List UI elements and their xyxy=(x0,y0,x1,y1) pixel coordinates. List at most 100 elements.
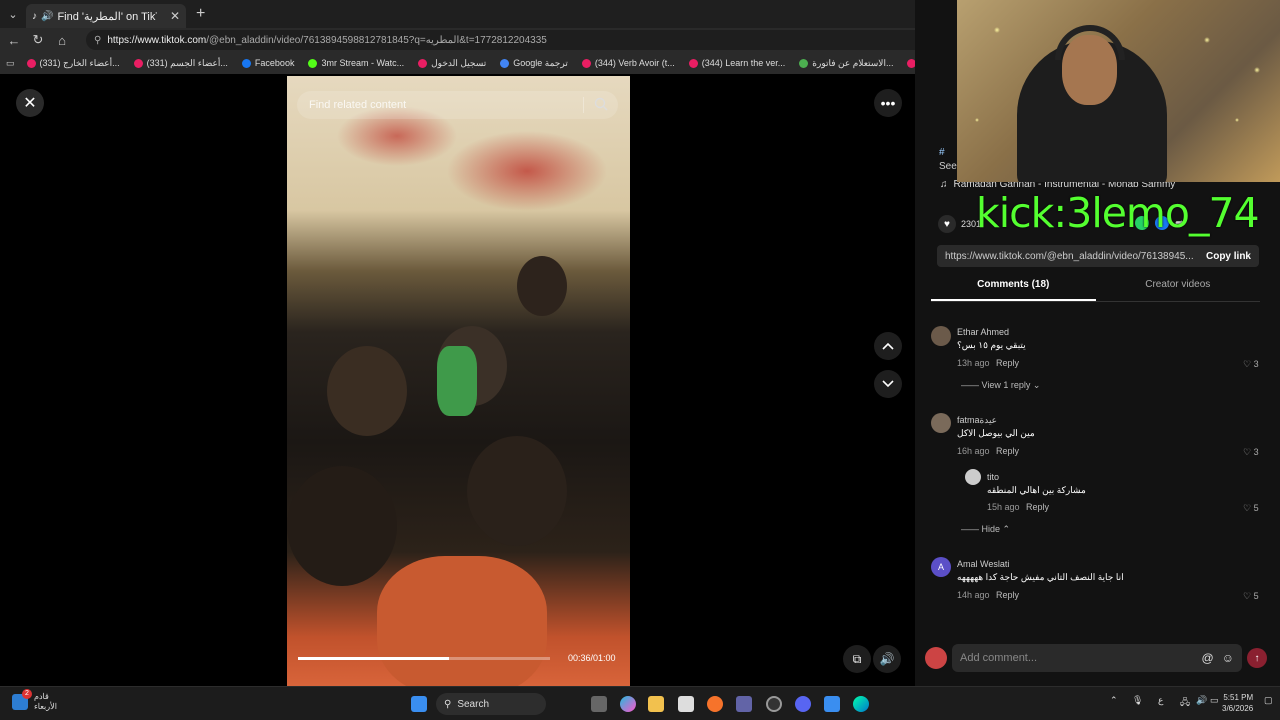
sidebar-toggle-icon[interactable]: ▭ xyxy=(6,58,15,69)
comment-like[interactable]: ♡ 3 xyxy=(1243,447,1259,458)
avatar[interactable]: A xyxy=(931,557,951,577)
volume-icon[interactable]: 🔊 xyxy=(873,645,901,673)
tab-list-button[interactable]: ⌄ xyxy=(0,0,26,28)
previous-video-icon[interactable] xyxy=(874,332,902,360)
comment-like[interactable]: ♡ 3 xyxy=(1243,359,1259,370)
site-info-icon[interactable]: ⚲ xyxy=(94,35,101,46)
url-field[interactable]: ⚲ https://www.tiktok.com/@ebn_aladdin/vi… xyxy=(86,30,949,50)
clock[interactable]: 5:51 PM 3/6/2026 xyxy=(1222,692,1253,714)
post-comment-button[interactable]: ↑ xyxy=(1247,648,1267,668)
comment-time: 13h ago xyxy=(957,358,990,368)
language-icon[interactable]: ع xyxy=(1158,695,1163,706)
hide-replies-button[interactable]: —— Hide ⌃ xyxy=(961,524,1010,535)
comment-input[interactable]: Add comment... @ ☺ xyxy=(952,644,1242,672)
tab-comments[interactable]: Comments (18) xyxy=(931,279,1096,301)
bookmark-item[interactable]: تسجيل الدخول xyxy=(418,58,486,69)
bookmark-item[interactable]: Google ترجمة xyxy=(500,58,568,69)
avatar[interactable] xyxy=(931,326,951,346)
bookmark-icon xyxy=(799,58,809,68)
firefox-icon[interactable] xyxy=(707,696,723,712)
calculator-icon[interactable] xyxy=(678,696,694,712)
task-view-icon[interactable] xyxy=(591,696,607,712)
video-time: 00:36/01:00 xyxy=(568,653,616,663)
microphone-icon[interactable]: 🎙 xyxy=(1132,695,1143,706)
comment-author[interactable]: tito xyxy=(987,472,999,482)
reply-button[interactable]: Reply xyxy=(996,446,1019,456)
tab-creator-videos[interactable]: Creator videos xyxy=(1096,279,1261,301)
video-player[interactable] xyxy=(287,76,630,686)
network-icon[interactable]: 🖧 xyxy=(1180,695,1190,711)
speaker-icon[interactable]: 🔊 xyxy=(41,11,53,22)
bookmark-item[interactable]: الاستعلام عن فاتورة... xyxy=(799,58,893,69)
obs-icon[interactable] xyxy=(766,696,782,712)
webcam-overlay xyxy=(957,0,1280,182)
taskbar: 2 قادم الأربعاء ⚲ Search ⌃ 🎙 ع 🖧 🔊 ▭ 5:5… xyxy=(0,686,1280,720)
notifications-icon[interactable]: ▢ xyxy=(1264,695,1273,706)
picture-in-picture-icon[interactable]: ⧉ xyxy=(843,645,871,673)
reply-button[interactable]: Reply xyxy=(996,358,1019,368)
edge-icon[interactable] xyxy=(853,696,869,712)
tab-title: Find 'المطرية' on TikTok | TikT xyxy=(57,10,157,23)
close-icon[interactable]: ✕ xyxy=(16,89,44,117)
comment-author[interactable]: fatmaعيدة xyxy=(957,415,997,426)
reply-button[interactable]: Reply xyxy=(996,590,1019,600)
like-button[interactable]: ♥ xyxy=(938,215,956,233)
bookmark-item[interactable]: Facebook xyxy=(241,58,294,69)
view-replies-button[interactable]: —— View 1 reply ⌄ xyxy=(961,380,1040,391)
reload-icon[interactable]: ↻ xyxy=(30,32,46,48)
bookmark-item[interactable]: 3mr Stream - Watc... xyxy=(308,58,404,69)
comment-author[interactable]: Amal Weslati xyxy=(957,559,1009,569)
avatar[interactable] xyxy=(965,469,981,485)
bookmark-label: Google ترجمة xyxy=(513,57,568,68)
hashtag-link[interactable]: # xyxy=(939,147,945,158)
battery-icon[interactable]: ▭ xyxy=(1210,695,1219,706)
close-tab-icon[interactable]: ✕ xyxy=(170,9,180,23)
weather-widget[interactable]: 2 قادم الأربعاء xyxy=(12,689,57,712)
back-icon[interactable]: ← xyxy=(6,33,22,48)
mention-icon[interactable]: @ xyxy=(1202,651,1214,665)
taskbar-search[interactable]: ⚲ Search xyxy=(436,693,546,715)
weather-line1: قادم xyxy=(34,692,49,701)
user-avatar[interactable] xyxy=(925,647,947,669)
comment-like[interactable]: ♡ 5 xyxy=(1243,503,1259,514)
comment-text: مشاركة بين اهالي المنطقه xyxy=(987,485,1086,495)
comment-time: 16h ago xyxy=(957,446,990,456)
find-related-search[interactable]: Find related content xyxy=(297,91,618,119)
music-note-icon: ♫ xyxy=(940,179,948,190)
comment-text: انا جاية النصف التاني مفيش حاجة كدا هههه… xyxy=(957,572,1124,582)
emoji-icon[interactable]: ☺ xyxy=(1222,651,1234,665)
file-explorer-icon[interactable] xyxy=(648,696,664,712)
teams-icon[interactable] xyxy=(736,696,752,712)
bookmark-item[interactable]: (344) Verb Avoir (t... xyxy=(581,58,675,69)
windows-start-icon[interactable] xyxy=(411,696,427,712)
new-tab-button[interactable]: + xyxy=(196,5,205,23)
store-icon[interactable] xyxy=(824,696,840,712)
speaker-icon[interactable]: 🔊 xyxy=(1196,695,1207,706)
home-icon[interactable]: ⌂ xyxy=(54,33,70,48)
comment-author[interactable]: Ethar Ahmed xyxy=(957,327,1009,337)
see-more-link[interactable]: See xyxy=(939,161,957,172)
clock-date: 3/6/2026 xyxy=(1222,704,1254,713)
bookmark-item[interactable]: (331) أعضاء الخارج... xyxy=(26,58,120,69)
reply-button[interactable]: Reply xyxy=(1026,502,1049,512)
panel-tabs: Comments (18) Creator videos xyxy=(931,279,1260,301)
url-domain: https://www.tiktok.com xyxy=(107,34,207,46)
video-progress-bar[interactable] xyxy=(298,657,550,660)
active-tab[interactable]: ♪ 🔊 Find 'المطرية' on TikTok | TikT ✕ xyxy=(26,4,186,28)
comment-like[interactable]: ♡ 5 xyxy=(1243,591,1259,602)
avatar[interactable] xyxy=(931,413,951,433)
copy-link-button[interactable]: Copy link xyxy=(1206,251,1251,262)
search-icon: ⚲ xyxy=(444,698,452,710)
bookmark-item[interactable]: (331) أعضاء الجسم... xyxy=(133,58,228,69)
search-icon[interactable] xyxy=(594,97,608,114)
more-options-icon[interactable]: ••• xyxy=(874,89,902,117)
bookmark-item[interactable]: (344) Learn the ver... xyxy=(688,58,785,69)
tray-chevron-icon[interactable]: ⌃ xyxy=(1110,695,1118,706)
copilot-icon[interactable] xyxy=(620,696,636,712)
next-video-icon[interactable] xyxy=(874,370,902,398)
tab-bar: ⌄ ♪ 🔊 Find 'المطرية' on TikTok | TikT ✕ … xyxy=(0,0,957,28)
bookmark-icon xyxy=(26,58,36,68)
discord-icon[interactable] xyxy=(795,696,811,712)
comment-placeholder: Add comment... xyxy=(960,652,1038,664)
bookmark-icon xyxy=(308,58,318,68)
